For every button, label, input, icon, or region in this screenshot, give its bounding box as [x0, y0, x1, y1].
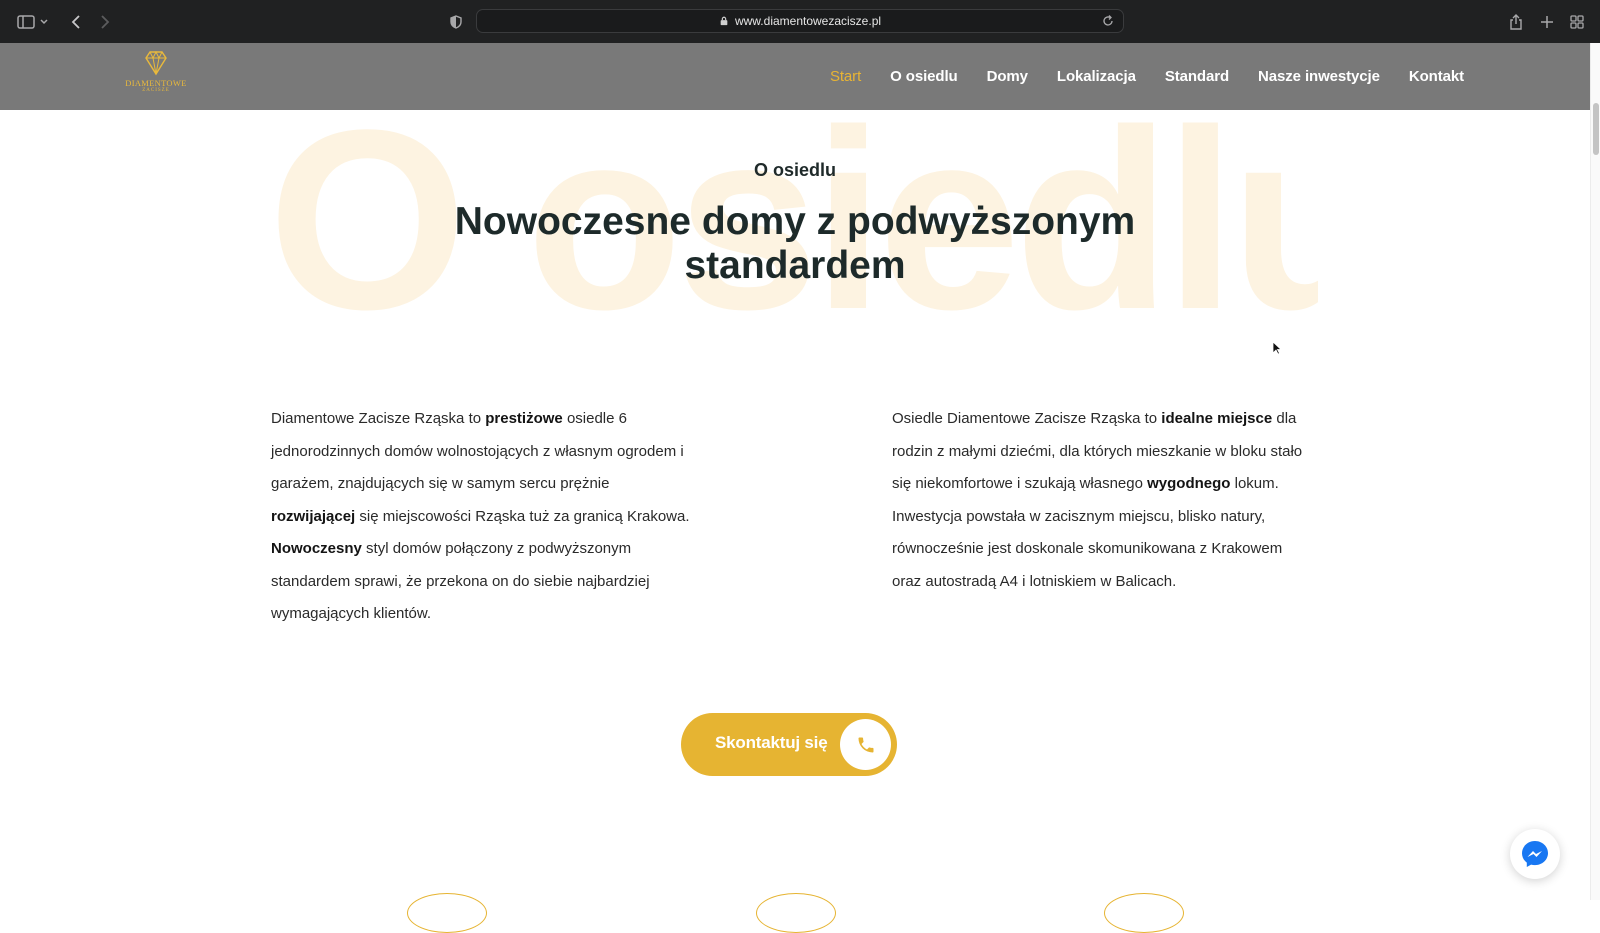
nav-standard[interactable]: Standard: [1165, 68, 1229, 85]
address-bar[interactable]: www.diamentowezacisze.pl: [476, 9, 1124, 33]
emphasis-text: rozwijającej: [271, 507, 356, 525]
nav-lokalizacja[interactable]: Lokalizacja: [1057, 68, 1136, 85]
decorative-arc: [1104, 893, 1184, 933]
shield-icon[interactable]: [445, 11, 467, 33]
decorative-arc: [407, 893, 487, 933]
new-tab-icon[interactable]: [1536, 11, 1558, 33]
emphasis-text: prestiżowe: [485, 410, 563, 427]
chevron-down-icon[interactable]: [38, 11, 50, 33]
section-eyebrow: O osiedlu: [753, 160, 836, 180]
diamond-logo-icon: [145, 50, 167, 76]
url-text: www.diamentowezacisze.pl: [734, 14, 882, 28]
body-text: Diamentowe Zacisze Rząska to: [271, 410, 486, 427]
logo-text: DIAMENTOWE: [125, 78, 187, 88]
emphasis-text: wygodnego: [1147, 475, 1231, 492]
intro-paragraph-right: Osiedle Diamentowe Zacisze Rząska to ide…: [892, 403, 1312, 598]
page-scrollbar[interactable]: [1590, 43, 1600, 900]
logo[interactable]: DIAMENTOWE ZACISZE: [124, 50, 188, 104]
intro-paragraph-left: Diamentowe Zacisze Rząska to prestiżowe …: [271, 403, 691, 631]
section-headline: Nowoczesne domy z podwyższonym standarde…: [454, 200, 1136, 287]
nav-o-osiedlu[interactable]: O osiedlu: [890, 68, 958, 85]
reload-icon[interactable]: [1101, 14, 1115, 28]
body-text: się miejscowości Rząska tuż za granicą K…: [355, 507, 690, 525]
share-icon[interactable]: [1505, 11, 1527, 33]
tabs-grid-icon[interactable]: [1566, 11, 1588, 33]
decorative-arc: [756, 893, 836, 933]
emphasis-text: Nowoczesny: [271, 540, 362, 557]
browser-toolbar: www.diamentowezacisze.pl: [0, 0, 1600, 43]
logo-subtext: ZACISZE: [142, 88, 170, 93]
emphasis-text: idealne miejsce: [1161, 410, 1273, 427]
scrollbar-thumb[interactable]: [1593, 103, 1599, 155]
contact-button[interactable]: Skontaktuj się: [681, 713, 897, 776]
nav-nasze-inwestycje[interactable]: Nasze inwestycje: [1258, 68, 1380, 85]
sidebar-icon[interactable]: [15, 11, 37, 33]
forward-icon[interactable]: [94, 11, 116, 33]
messenger-icon: [1522, 841, 1548, 867]
body-text: Osiedle Diamentowe Zacisze Rząska to: [892, 410, 1162, 427]
nav-kontakt[interactable]: Kontakt: [1409, 68, 1464, 85]
back-icon[interactable]: [65, 11, 87, 33]
lock-icon: [720, 16, 728, 26]
mouse-cursor-icon: [1272, 341, 1282, 355]
nav-domy[interactable]: Domy: [987, 68, 1028, 85]
phone-icon: [840, 719, 891, 770]
body-text: lokum. Inwestycja powstała w zacisznym m…: [892, 475, 1283, 590]
contact-button-label: Skontaktuj się: [715, 733, 828, 752]
messenger-chat-button[interactable]: [1510, 829, 1560, 879]
nav-start[interactable]: Start: [830, 68, 861, 85]
